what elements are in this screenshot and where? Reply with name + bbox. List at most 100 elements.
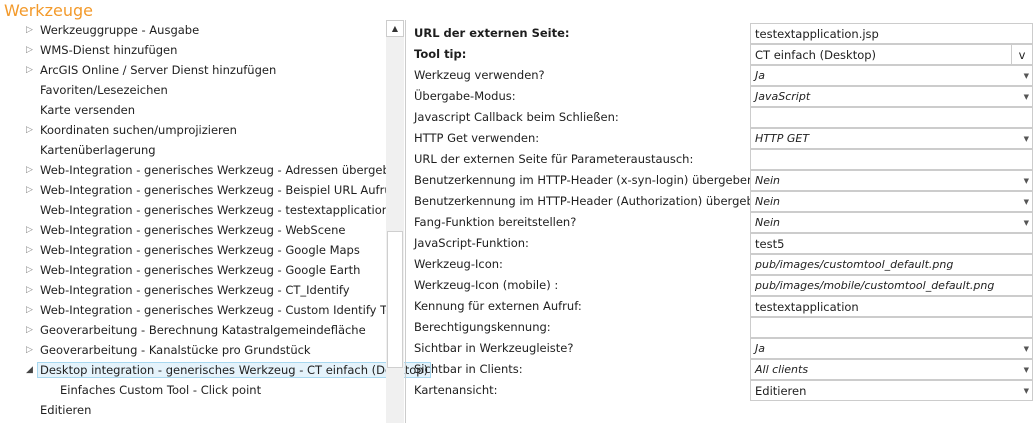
tree-item-label: Web-Integration - generisches Werkzeug -… [40,163,405,177]
property-label: Sichtbar in Clients: [414,362,523,376]
collapsed-arrow-icon[interactable]: ▷ [26,260,33,280]
property-label: Javascript Callback beim Schließen: [414,110,619,124]
chevron-down-icon[interactable]: ▼ [1024,360,1029,379]
tree-scrollbar[interactable]: ▲ [386,20,404,423]
collapsed-arrow-icon[interactable]: ▷ [26,120,33,140]
tree-item[interactable]: Einfaches Custom Tool - Click point [60,380,261,400]
property-value: Ja [755,69,765,82]
chevron-down-icon[interactable]: ▼ [1024,192,1029,211]
tree-item-label: Web-Integration - generisches Werkzeug -… [40,283,350,297]
tree-item[interactable]: ▷ Werkzeuggruppe - Ausgabe [26,20,200,40]
tree-item-label: Einfaches Custom Tool - Click point [60,383,262,397]
tree-item-label: Karte versenden [40,103,135,117]
property-input[interactable] [750,107,1033,128]
tree-item-label: Web-Integration - generisches Werkzeug -… [40,263,361,277]
property-value: pub/images/mobile/customtool_default.png [755,279,995,292]
tree-item[interactable]: Karte versenden [40,100,135,120]
tree-item[interactable]: ▷ Geoverarbeitung - Berechnung Katastralg… [26,320,366,340]
expanded-arrow-icon[interactable]: ◢ [26,360,33,380]
tree-item[interactable]: ▷ ArcGIS Online / Server Dienst hinzufüge… [26,60,277,80]
property-value: Nein [755,216,781,229]
property-label: Kartenansicht: [414,383,498,397]
collapsed-arrow-icon[interactable]: ▷ [26,40,33,60]
property-input[interactable]: pub/images/mobile/customtool_default.png [750,275,1033,296]
tree-item[interactable]: ▷ Koordinaten suchen/umprojizieren [26,120,237,140]
scroll-up-button[interactable]: ▲ [386,20,404,37]
property-value: Editieren [755,384,807,398]
tree-item[interactable]: ▷ WMS-Dienst hinzufügen [26,40,178,60]
property-dropdown[interactable]: JavaScript ▼ [750,86,1033,107]
property-value: Ja [755,342,765,355]
chevron-down-icon[interactable]: ▼ [1024,381,1029,400]
chevron-down-icon[interactable]: ▼ [1024,339,1029,358]
property-input[interactable] [750,317,1033,338]
property-dropdown[interactable]: All clients ▼ [750,359,1033,380]
tree-item-label: Geoverarbeitung - Kanalstücke pro Grunds… [40,343,311,357]
scrollbar-thumb[interactable] [387,231,403,368]
property-dropdown[interactable]: Nein ▼ [750,212,1033,233]
tree-item-label: Kartenüberlagerung [40,143,156,157]
tree-item[interactable]: ▷ Web-Integration - generisches Werkzeug … [26,300,403,320]
collapsed-arrow-icon[interactable]: ▷ [26,280,33,300]
property-input[interactable] [750,149,1033,170]
tree-item[interactable]: ▷ Web-Integration - generisches Werkzeug … [26,260,361,280]
collapsed-arrow-icon[interactable]: ▷ [26,300,33,320]
property-value: JavaScript [755,90,811,103]
chevron-down-icon[interactable]: ▼ [1024,66,1029,85]
collapsed-arrow-icon[interactable]: ▷ [26,340,33,360]
property-input[interactable]: test5 [750,233,1033,254]
property-dropdown[interactable]: Ja ▼ [750,65,1033,86]
property-value: Nein [755,195,781,208]
tree-item-label: Desktop integration - generisches Werkze… [37,362,432,378]
tree-item-label: Werkzeuggruppe - Ausgabe [40,23,200,37]
property-input[interactable]: pub/images/customtool_default.png [750,254,1033,275]
collapsed-arrow-icon[interactable]: ▷ [26,320,33,340]
collapsed-arrow-icon[interactable]: ▷ [26,20,33,40]
chevron-down-icon[interactable]: ▼ [1024,171,1029,190]
property-label: HTTP Get verwenden: [414,131,540,145]
property-value: testextapplication [755,300,859,314]
property-value: test5 [755,237,785,251]
property-label: Tool tip: [414,47,467,61]
chevron-down-icon[interactable]: ▼ [1024,87,1029,106]
tree-item-label: ArcGIS Online / Server Dienst hinzufügen [40,63,277,77]
tooltip-edit-button[interactable]: v [1011,45,1032,64]
property-input[interactable]: testextapplication.jsp [750,23,1033,44]
collapsed-arrow-icon[interactable]: ▷ [26,220,33,240]
tree-item[interactable]: ▷ Web-Integration - generisches Werkzeug … [26,280,350,300]
tree-item[interactable]: ◢ Desktop integration - generisches Werkz… [26,360,432,380]
chevron-down-icon[interactable]: ▼ [1024,213,1029,232]
property-label: Berechtigungskennung: [414,320,551,334]
property-dropdown[interactable]: Nein ▼ [750,191,1033,212]
tree-item[interactable]: ▷ Web-Integration - generisches Werkzeug … [26,240,360,260]
tree-item[interactable]: Kartenüberlagerung [40,140,156,160]
tree-item[interactable]: Editieren [40,400,91,420]
tree-item-label: Web-Integration - generisches Werkzeug -… [40,303,403,317]
tree-item-label: Web-Integration - generisches Werkzeug -… [40,203,390,217]
tree-item-label: WMS-Dienst hinzufügen [40,43,178,57]
tree-item-label: Editieren [40,403,92,417]
property-label: Werkzeug-Icon: [414,257,503,271]
tree-item-label: Web-Integration - generisches Werkzeug -… [40,183,403,197]
property-dropdown[interactable]: HTTP GET ▼ [750,128,1033,149]
collapsed-arrow-icon[interactable]: ▷ [26,160,33,180]
property-dropdown[interactable]: Nein ▼ [750,170,1033,191]
collapsed-arrow-icon[interactable]: ▷ [26,60,33,80]
collapsed-arrow-icon[interactable]: ▷ [26,180,33,200]
tree-item[interactable]: ▷ Web-Integration - generisches Werkzeug … [26,180,403,200]
tree-item[interactable]: ▷ Web-Integration - generisches Werkzeug … [26,160,405,180]
property-value: Nein [755,174,781,187]
tree-item[interactable]: Favoriten/Lesezeichen [40,80,168,100]
tree-item[interactable]: ▷ Geoverarbeitung - Kanalstücke pro Grund… [26,340,311,360]
property-dropdown[interactable]: Editieren ▼ [750,380,1033,401]
collapsed-arrow-icon[interactable]: ▷ [26,240,33,260]
chevron-down-icon[interactable]: ▼ [1024,129,1029,148]
tree-item[interactable]: ▷ Web-Integration - generisches Werkzeug … [26,220,346,240]
tree-item[interactable]: Web-Integration - generisches Werkzeug -… [40,200,389,220]
tree-item-label: Web-Integration - generisches Werkzeug -… [40,243,360,257]
property-input[interactable]: CT einfach (Desktop) v [750,44,1033,65]
property-input[interactable]: testextapplication [750,296,1033,317]
property-value: All clients [755,363,809,376]
property-dropdown[interactable]: Ja ▼ [750,338,1033,359]
property-label: Übergabe-Modus: [414,89,516,103]
